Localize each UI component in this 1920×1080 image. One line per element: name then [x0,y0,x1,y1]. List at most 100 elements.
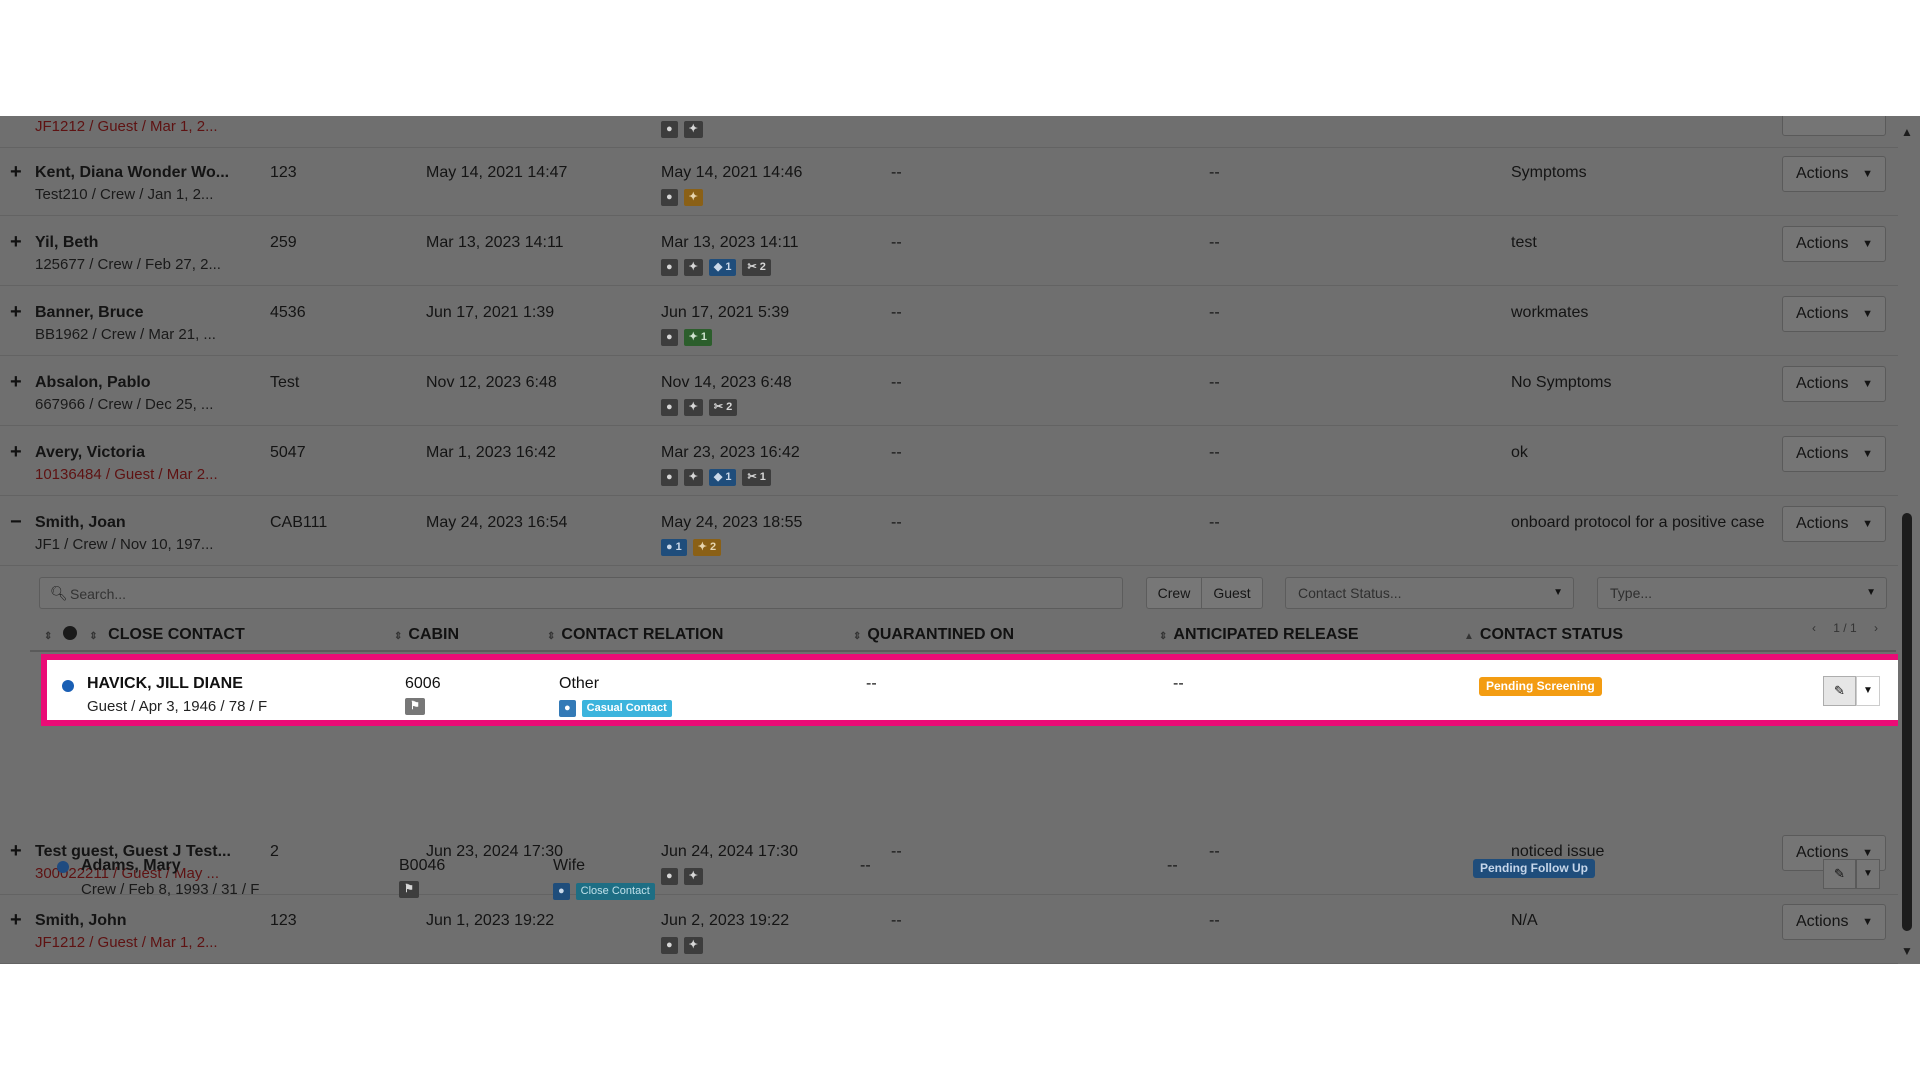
actions-button[interactable]: Actions ▼ [1782,366,1886,402]
group-icon-badge[interactable]: ✦ 2 [692,539,722,556]
group-icon: ✦ [688,123,698,135]
contact-status-select[interactable]: Contact Status... ▼ [1285,577,1574,609]
person-name[interactable]: Smith, John [35,912,127,930]
cabin: 4536 [270,304,306,321]
header-anticipated-release[interactable]: ⇕ ANTICIPATED RELEASE [1159,626,1359,644]
expand-icon[interactable]: + [10,371,22,394]
table-row[interactable]: + Smith, John JF1212 / Guest / Mar 1, 2...… [0,894,1898,964]
crew-filter-button[interactable]: Crew [1146,577,1202,609]
contact-status-dot [62,680,74,692]
location-pin-icon-badge[interactable]: ● [661,399,678,416]
group-icon-badge[interactable]: ✦ [683,937,703,954]
location-pin-icon-badge[interactable]: ● [661,868,678,885]
group-icon-badge[interactable]: ✦ [683,868,703,885]
prev-page-button[interactable]: ‹ [1812,621,1816,635]
table-row[interactable]: + Yil, Beth 125677 / Crew / Feb 27, 2... 25… [0,216,1898,286]
expand-icon[interactable]: + [10,840,22,863]
edit-button[interactable]: ✎ [1823,859,1856,889]
tag-icon: ◆ [713,261,723,273]
person-name[interactable]: Banner, Bruce [35,304,143,322]
contact-name[interactable]: HAVICK, JILL DIANE [87,675,243,693]
group-icon-badge[interactable]: ✦ [683,189,703,206]
table-row[interactable]: + Test guest, Guest J Test... 300022211 / … [0,825,1898,895]
location-pin-icon-badge[interactable]: ● [661,469,678,486]
actions-label: Actions [1796,375,1849,392]
location-pin-icon-badge[interactable]: ● [661,259,678,276]
group-icon-badge[interactable]: ✦ [683,469,703,486]
expand-icon[interactable]: + [10,161,22,184]
tag-icon-badge[interactable]: ◆ 1 [708,259,737,276]
table-row[interactable]: JF1212 / Guest / Mar 1, 2... ● ✦ [0,116,1898,148]
actions-button[interactable] [1782,116,1886,136]
row-badges: ● ✦ ✂ 2 [661,399,743,417]
tag-icon-badge[interactable]: ◆ 1 [708,469,737,486]
person-name[interactable]: Yil, Beth [35,234,98,252]
table-row[interactable]: − Smith, Joan JF1 / Crew / Nov 10, 197... C… [0,496,1898,566]
header-contact-status[interactable]: ▲ CONTACT STATUS [1464,626,1623,644]
contact-menu-toggle[interactable]: ▼ [1856,676,1880,706]
type-select[interactable]: Type... ▼ [1597,577,1887,609]
vertical-scrollbar[interactable]: ▲ ▼ [1898,116,1920,964]
contact-row-highlighted[interactable]: HAVICK, JILL DIANE Guest / Apr 3, 1946 /… [41,654,1907,726]
actions-button[interactable]: Actions ▼ [1782,904,1886,940]
location-pin-icon-badge[interactable]: ● [661,329,678,346]
location-pin-icon-badge[interactable]: ● [661,937,678,954]
badge-count: 1 [700,331,707,343]
person-details: BB1962 / Crew / Mar 21, ... [35,326,216,343]
header-divider [30,650,1896,652]
contact-status-dot [57,861,69,873]
expand-icon[interactable]: + [10,441,22,464]
actions-button[interactable]: Actions ▼ [1782,296,1886,332]
location-pin-icon-badge[interactable]: ● 1 [661,539,687,556]
actions-button[interactable]: Actions ▼ [1782,226,1886,262]
table-row[interactable]: + Kent, Diana Wonder Wo... Test210 / Crew … [0,146,1898,216]
header-cabin[interactable]: ⇕ CABIN [394,626,459,644]
search-input[interactable]: 🔍︎ Search... [39,577,1123,609]
table-row[interactable]: + Banner, Bruce BB1962 / Crew / Mar 21, ..… [0,286,1898,356]
edit-button[interactable]: ✎ [1823,676,1856,706]
location-pin-icon-badge[interactable]: ● [661,121,678,138]
group-icon-badge[interactable]: ✦ [683,399,703,416]
paperclip-icon: ✂ [713,401,724,413]
contact-name[interactable]: Adams, Mary [81,857,181,875]
person-name[interactable]: Absalon, Pablo [35,374,151,392]
actions-button[interactable]: Actions ▼ [1782,506,1886,542]
contact-status-badge: Pending Follow Up [1473,859,1595,878]
actions-button[interactable]: Actions ▼ [1782,436,1886,472]
scroll-up-icon[interactable]: ▲ [1901,125,1913,139]
expand-icon[interactable]: + [10,909,22,932]
table-row[interactable]: + Absalon, Pablo 667966 / Crew / Dec 25, .… [0,356,1898,426]
added-date: May 14, 2021 14:47 [426,164,568,181]
expand-icon[interactable]: + [10,301,22,324]
contact-menu-toggle[interactable]: ▼ [1856,859,1880,889]
search-icon: 🔍︎ [50,585,68,601]
row-badges: ● ✦ [661,121,709,139]
header-contact-relation[interactable]: ⇕ CONTACT RELATION [547,626,723,644]
expand-icon[interactable]: + [10,231,22,254]
scroll-down-icon[interactable]: ▼ [1901,944,1913,958]
collapse-icon[interactable]: − [10,511,22,534]
cabin: Test [270,374,300,391]
group-icon-badge[interactable]: ✦ [683,121,703,138]
table-row[interactable]: + Avery, Victoria 10136484 / Guest / Mar 2… [0,426,1898,496]
person-name[interactable]: Avery, Victoria [35,444,145,462]
paperclip-icon-badge[interactable]: ✂ 1 [742,469,771,486]
paperclip-icon-badge[interactable]: ✂ 2 [708,399,738,416]
group-icon-badge[interactable]: ✦ 1 [683,329,712,346]
location-pin-icon-badge[interactable]: ● [661,189,678,206]
cabin: 123 [270,164,297,181]
actions-button[interactable]: Actions ▼ [1782,156,1886,192]
next-page-button[interactable]: › [1874,621,1878,635]
guest-filter-button[interactable]: Guest [1201,577,1263,609]
person-name[interactable]: Kent, Diana Wonder Wo... [35,164,229,182]
updated-date: May 14, 2021 14:46 [661,164,803,181]
sort-icon: ⇕ [44,631,53,642]
scrollbar-thumb[interactable] [1902,513,1912,931]
person-name[interactable]: Smith, Joan [35,514,126,532]
group-icon-badge[interactable]: ✦ [683,259,703,276]
header-close-contact[interactable]: ⇕ ⇕ CLOSE CONTACT [44,626,245,644]
header-quarantined-on[interactable]: ⇕ QUARANTINED ON [853,626,1014,644]
header-cabin-label: CABIN [408,626,460,643]
paperclip-icon-badge[interactable]: ✂ 2 [742,259,771,276]
pagination: ‹ 1 / 1 › [1812,615,1878,641]
